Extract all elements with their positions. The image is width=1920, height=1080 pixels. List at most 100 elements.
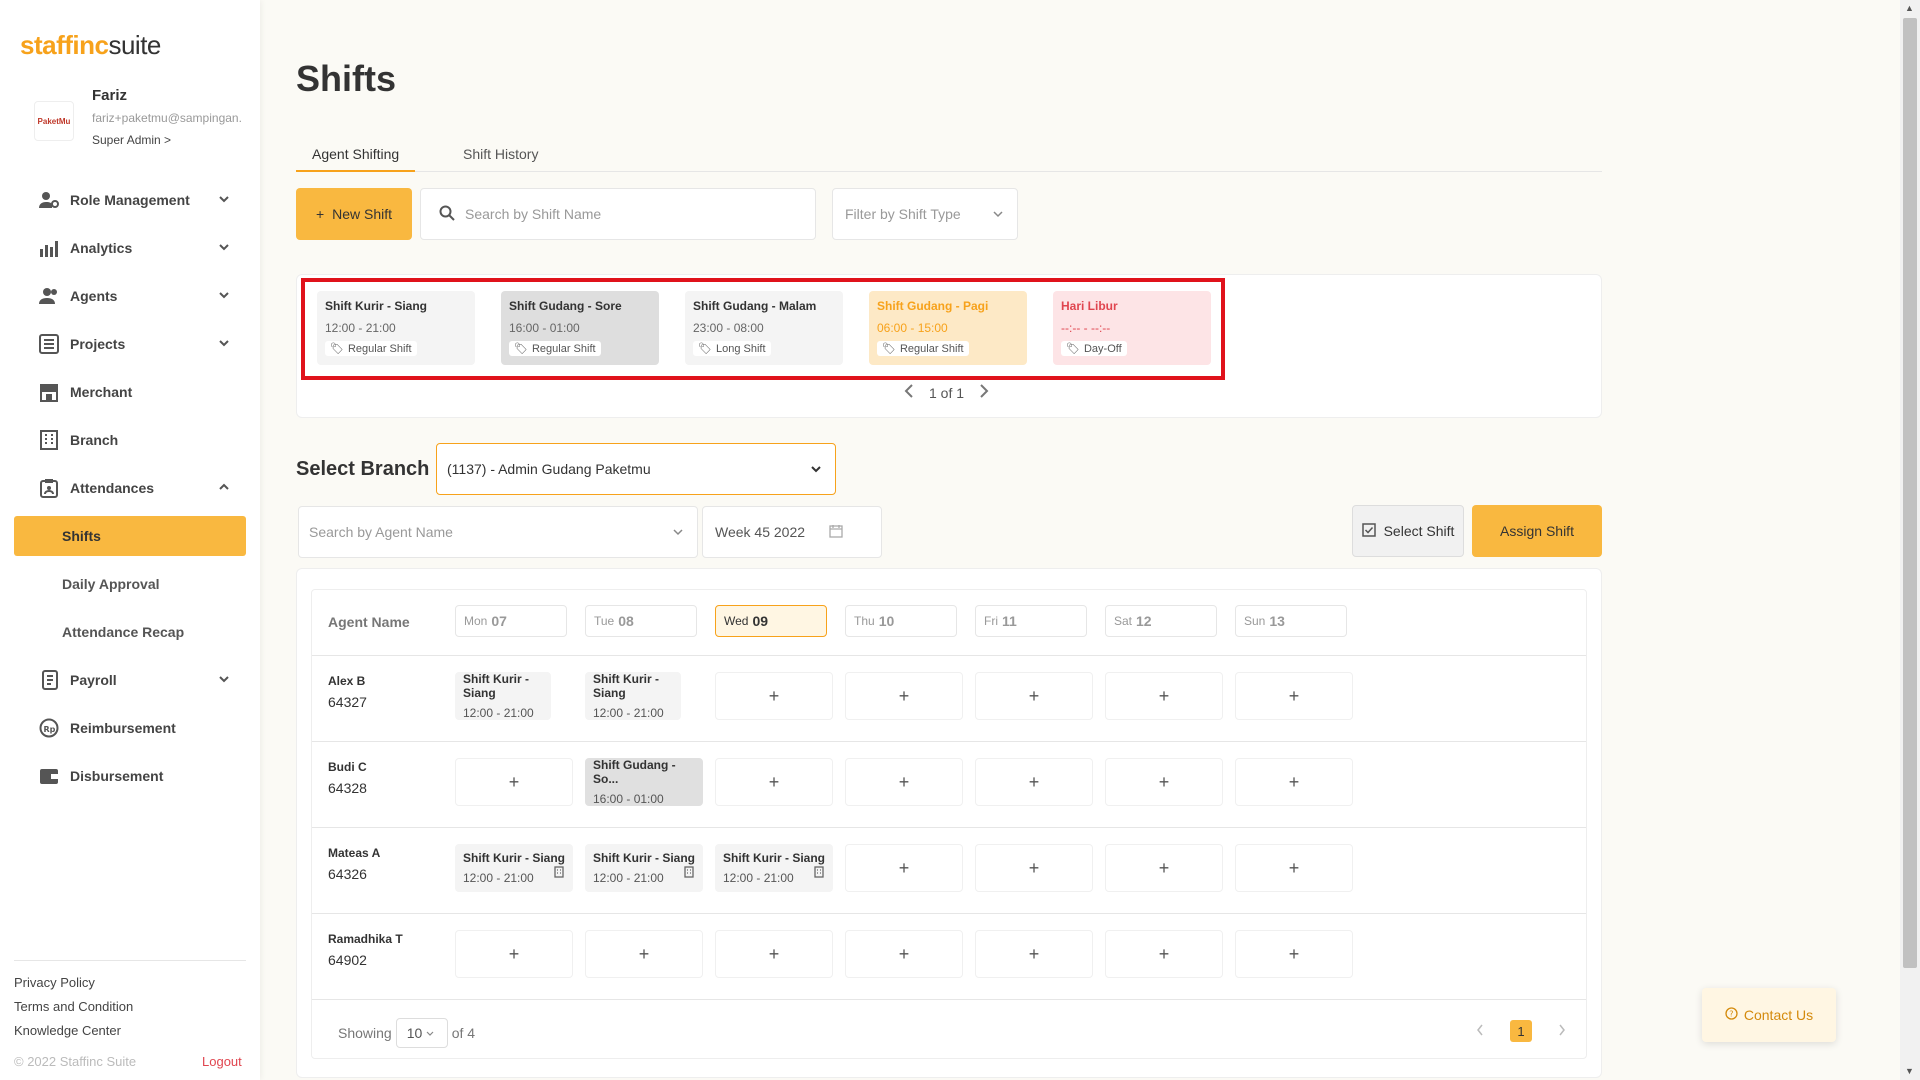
- shift-cell[interactable]: Shift Kurir - Siang 12:00 - 21:00: [455, 672, 551, 720]
- privacy-policy-link[interactable]: Privacy Policy: [14, 975, 246, 990]
- chevron-right-icon[interactable]: [1558, 1024, 1566, 1039]
- shift-card-time: 23:00 - 08:00: [693, 321, 764, 335]
- shift-card-time: 06:00 - 15:00: [877, 321, 948, 335]
- scroll-down-arrow-icon[interactable]: ▼: [1905, 1066, 1914, 1076]
- terms-link[interactable]: Terms and Condition: [14, 999, 246, 1014]
- add-shift-cell[interactable]: +: [845, 844, 963, 892]
- sidebar-item-disbursement[interactable]: Disbursement: [14, 756, 246, 796]
- contact-us-button[interactable]: ? Contact Us: [1702, 988, 1836, 1042]
- day-header-mon[interactable]: Mon 07: [455, 605, 567, 637]
- chevron-down-icon: [426, 1025, 434, 1041]
- sidebar-item-payroll[interactable]: Payroll: [14, 660, 246, 700]
- shift-card-time: 16:00 - 01:00: [509, 321, 580, 335]
- sidebar-item-analytics[interactable]: Analytics: [14, 228, 246, 268]
- shift-cell[interactable]: Shift Kurir - Siang 12:00 - 21:00: [585, 672, 681, 720]
- chevron-right-icon[interactable]: [978, 383, 990, 402]
- brand-logo[interactable]: staffincsuite: [20, 30, 161, 61]
- sidebar-item-merchant[interactable]: Merchant: [14, 372, 246, 412]
- add-shift-cell[interactable]: +: [455, 930, 573, 978]
- scrollbar-thumb[interactable]: [1903, 18, 1917, 968]
- store-icon: [38, 381, 60, 403]
- page-scrollbar[interactable]: ▲ ▼: [1900, 0, 1920, 1080]
- table-footer: Showing 10 of 4 1: [312, 1000, 1586, 1056]
- branch-select[interactable]: (1137) - Admin Gudang Paketmu: [436, 443, 836, 495]
- shift-cell[interactable]: Shift Kurir - Siang 12:00 - 21:00: [715, 844, 833, 892]
- add-shift-cell[interactable]: +: [715, 758, 833, 806]
- add-shift-cell[interactable]: +: [845, 930, 963, 978]
- table-header: Agent Name Mon 07 Tue 08 Wed 09 Thu 10 Fri 11…: [312, 590, 1586, 656]
- chevron-left-icon[interactable]: [903, 383, 915, 402]
- page-title: Shifts: [296, 58, 397, 99]
- shift-type-filter[interactable]: Filter by Shift Type: [832, 188, 1018, 240]
- add-shift-cell[interactable]: +: [1235, 672, 1353, 720]
- day-header-wed[interactable]: Wed 09: [715, 605, 827, 637]
- add-shift-cell[interactable]: +: [1105, 930, 1223, 978]
- sidebar-item-label: Role Management: [70, 192, 190, 208]
- help-circle-icon: ?: [1725, 1007, 1738, 1023]
- shift-card-gudang-malam[interactable]: Shift Gudang - Malam 23:00 - 08:00 🏷 Long…: [685, 291, 843, 365]
- shift-cell[interactable]: Shift Kurir - Siang 12:00 - 21:00: [455, 844, 573, 892]
- assign-shift-button[interactable]: Assign Shift: [1472, 505, 1602, 557]
- cell-shift-time: 12:00 - 21:00: [463, 706, 534, 720]
- tab-shift-history[interactable]: Shift History: [463, 146, 538, 172]
- add-shift-cell[interactable]: +: [1105, 844, 1223, 892]
- add-shift-cell[interactable]: +: [715, 672, 833, 720]
- sidebar-item-shifts[interactable]: Shifts: [14, 516, 246, 556]
- add-shift-cell[interactable]: +: [1105, 758, 1223, 806]
- wallet-icon: [38, 765, 60, 787]
- add-shift-cell[interactable]: +: [975, 930, 1093, 978]
- sidebar-item-agents[interactable]: Agents: [14, 276, 246, 316]
- page-button-current[interactable]: 1: [1510, 1020, 1532, 1042]
- shift-cell[interactable]: Shift Gudang - So... 16:00 - 01:00: [585, 758, 703, 806]
- add-shift-cell[interactable]: +: [975, 758, 1093, 806]
- avatar: PaketMu: [34, 101, 74, 141]
- sidebar-item-role-management[interactable]: Role Management: [14, 180, 246, 220]
- tab-agent-shifting[interactable]: Agent Shifting: [296, 146, 416, 172]
- profile-role-link[interactable]: Super Admin >: [92, 133, 171, 147]
- add-shift-cell[interactable]: +: [975, 844, 1093, 892]
- day-name: Mon: [464, 614, 488, 628]
- agent-search-placeholder: Search by Agent Name: [309, 524, 453, 540]
- shift-card-gudang-sore[interactable]: Shift Gudang - Sore 16:00 - 01:00 🏷 Regul…: [501, 291, 659, 365]
- add-shift-cell[interactable]: +: [845, 672, 963, 720]
- add-shift-cell[interactable]: +: [585, 930, 703, 978]
- day-header-thu[interactable]: Thu 10: [845, 605, 957, 637]
- user-gear-icon: [38, 189, 60, 211]
- bar-chart-icon: [38, 237, 60, 259]
- add-shift-cell[interactable]: +: [715, 930, 833, 978]
- knowledge-center-link[interactable]: Knowledge Center: [14, 1023, 246, 1038]
- page-size-select[interactable]: 10: [395, 1018, 448, 1048]
- new-shift-button[interactable]: + New Shift: [296, 188, 412, 240]
- shift-search-input[interactable]: Search by Shift Name: [420, 188, 816, 240]
- sidebar-item-projects[interactable]: Projects: [14, 324, 246, 364]
- chevron-left-icon[interactable]: [1476, 1024, 1484, 1039]
- add-shift-cell[interactable]: +: [975, 672, 1093, 720]
- sidebar-item-reimbursement[interactable]: Rp Reimbursement: [14, 708, 246, 748]
- shift-card-hari-libur[interactable]: Hari Libur --:-- - --:-- 🏷 Day-Off: [1053, 291, 1211, 365]
- day-header-tue[interactable]: Tue 08: [585, 605, 697, 637]
- add-shift-cell[interactable]: +: [1235, 844, 1353, 892]
- agent-search-input[interactable]: Search by Agent Name: [298, 506, 698, 558]
- week-picker[interactable]: Week 45 2022: [702, 506, 882, 558]
- sidebar-item-attendance-recap[interactable]: Attendance Recap: [14, 612, 246, 652]
- add-shift-cell[interactable]: +: [455, 758, 573, 806]
- shift-card-kurir-siang[interactable]: Shift Kurir - Siang 12:00 - 21:00 🏷 Regul…: [317, 291, 475, 365]
- day-header-fri[interactable]: Fri 11: [975, 605, 1087, 637]
- add-shift-cell[interactable]: +: [1105, 672, 1223, 720]
- sidebar-item-daily-approval[interactable]: Daily Approval: [14, 564, 246, 604]
- sidebar-item-branch[interactable]: Branch: [14, 420, 246, 460]
- add-shift-cell[interactable]: +: [1235, 758, 1353, 806]
- day-header-sun[interactable]: Sun 13: [1235, 605, 1347, 637]
- add-shift-cell[interactable]: +: [845, 758, 963, 806]
- shift-cell[interactable]: Shift Kurir - Siang 12:00 - 21:00: [585, 844, 703, 892]
- day-number: 11: [1002, 613, 1017, 629]
- select-shift-button[interactable]: Select Shift: [1352, 505, 1464, 557]
- shift-tag-label: Regular Shift: [531, 342, 596, 355]
- user-profile[interactable]: PaketMu Fariz fariz+paketmu@sampingan. S…: [34, 85, 254, 155]
- scroll-up-arrow-icon[interactable]: ▲: [1905, 3, 1914, 13]
- day-header-sat[interactable]: Sat 12: [1105, 605, 1217, 637]
- sidebar-item-attendances[interactable]: Attendances: [14, 468, 246, 508]
- shift-card-gudang-pagi[interactable]: Shift Gudang - Pagi 06:00 - 15:00 🏷 Regul…: [869, 291, 1027, 365]
- add-shift-cell[interactable]: +: [1235, 930, 1353, 978]
- logout-link[interactable]: Logout: [202, 1054, 242, 1069]
